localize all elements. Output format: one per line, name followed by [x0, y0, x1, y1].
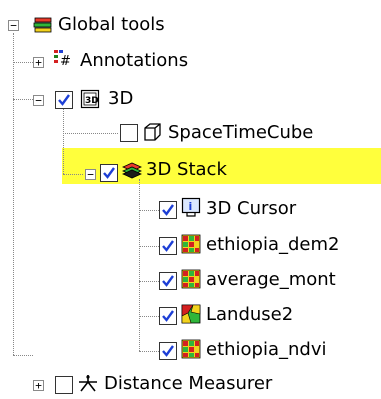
raster-map-icon [181, 234, 201, 254]
collapse-toggle[interactable]: − [8, 20, 19, 31]
tree-node-space-time-cube[interactable]: SpaceTimeCube [0, 118, 381, 148]
tree-node-ethiopia-ndvi[interactable]: ethiopia_ndvi [0, 334, 381, 364]
layer-tree: − Global tools + # Annotations − 3D 3D S… [0, 0, 381, 399]
tree-node-label: 3D Stack [146, 159, 227, 180]
svg-text:i: i [189, 200, 193, 213]
tree-node-annotations[interactable]: + # Annotations [0, 46, 381, 76]
collapse-toggle[interactable]: − [33, 95, 44, 106]
checkmark-icon [162, 204, 174, 216]
tree-node-label: Global tools [58, 14, 165, 35]
layer-checkbox[interactable] [159, 201, 177, 219]
polygon-map-icon [181, 304, 201, 324]
tree-node-label: Landuse2 [206, 304, 294, 325]
tree-node-label: Annotations [80, 50, 189, 71]
checkmark-icon [58, 94, 70, 106]
tree-node-ethiopia-dem[interactable]: ethiopia_dem2 [0, 229, 381, 259]
tree-node-label: ethiopia_dem2 [206, 234, 340, 255]
checkmark-icon [162, 240, 174, 252]
tree-node-label: SpaceTimeCube [168, 122, 314, 143]
checkmark-icon [162, 345, 174, 357]
tree-node-3d-stack[interactable]: − 3D Stack [0, 153, 381, 183]
tree-node-global-tools[interactable]: − Global tools [0, 10, 381, 40]
tree-node-landuse2[interactable]: Landuse2 [0, 299, 381, 329]
expand-toggle[interactable]: + [33, 57, 44, 68]
svg-text:3D: 3D [85, 96, 99, 106]
layer-checkbox[interactable] [159, 307, 177, 325]
stack-icon [122, 162, 142, 179]
tree-node-label: 3D Cursor [206, 198, 297, 219]
tree-node-label: average_mont [206, 269, 336, 290]
tree-node-3d[interactable]: − 3D 3D [0, 84, 381, 114]
layer-checkbox[interactable] [159, 272, 177, 290]
layer-checkbox[interactable] [159, 342, 177, 360]
expand-toggle[interactable]: + [33, 380, 44, 391]
layer-checkbox[interactable] [159, 237, 177, 255]
info-icon: i [181, 197, 201, 217]
svg-text:#: # [60, 54, 71, 69]
tree-node-label: Distance Measurer [104, 373, 273, 394]
layer-checkbox[interactable] [55, 376, 73, 394]
layer-checkbox[interactable] [100, 164, 118, 182]
3d-icon: 3D [80, 89, 100, 109]
measure-icon [79, 375, 97, 392]
tree-node-3d-cursor[interactable]: i 3D Cursor [0, 194, 381, 224]
checkmark-icon [162, 275, 174, 287]
cube-icon [144, 123, 161, 141]
layers-icon [33, 17, 52, 33]
tree-node-average-mont[interactable]: average_mont [0, 264, 381, 294]
tree-node-label: ethiopia_ndvi [206, 339, 327, 360]
layer-checkbox[interactable] [120, 124, 138, 142]
raster-map-icon [181, 339, 201, 359]
layer-checkbox[interactable] [55, 91, 73, 109]
collapse-toggle[interactable]: − [85, 169, 96, 180]
tree-node-distance-measurer[interactable]: + Distance Measurer [0, 369, 381, 399]
raster-map-icon [181, 269, 201, 289]
checkmark-icon [162, 310, 174, 322]
checkmark-icon [103, 167, 115, 179]
tree-node-label: 3D [108, 88, 134, 109]
annotations-icon: # [54, 50, 71, 69]
